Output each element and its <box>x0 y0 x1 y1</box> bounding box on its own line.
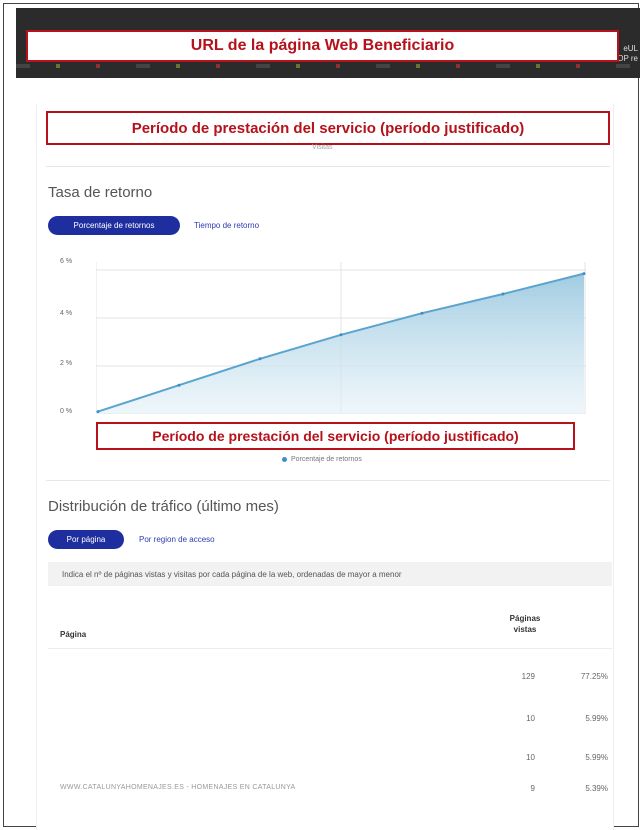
traffic-info-text: Indica el nº de páginas vistas y visitas… <box>62 569 402 579</box>
period-annotation-chart: Período de prestación del servicio (perí… <box>96 422 575 450</box>
column-header-views: Páginas vistas <box>509 614 541 634</box>
y-tick-label: 4 % <box>60 310 73 317</box>
period-annotation-top-text: Período de prestación del servicio (perí… <box>131 119 525 137</box>
tab-return-time[interactable]: Tiempo de retorno <box>194 221 259 230</box>
section-divider <box>46 166 610 167</box>
toolbar-icons-strip <box>16 64 640 68</box>
cell-percentage: 77.25% <box>580 672 608 681</box>
top-chart-legend-fragment: Visitas <box>312 144 333 151</box>
chart-legend: Porcentaje de retornos <box>282 456 362 463</box>
data-point <box>96 410 100 414</box>
toolbar-text-1: eUL <box>623 44 638 53</box>
data-point <box>420 311 424 315</box>
tab-return-percentage[interactable]: Porcentaje de retornos <box>48 216 180 235</box>
period-annotation-top: Período de prestación del servicio (perí… <box>46 111 610 145</box>
cell-page[interactable]: WWW.CATALUNYAHOMENAJES.ES - HOMENAJES EN… <box>60 784 296 791</box>
cell-views: 10 <box>526 714 535 723</box>
y-tick-label: 0 % <box>60 408 73 415</box>
return-rate-title: Tasa de retorno <box>48 184 153 201</box>
data-point <box>258 357 262 361</box>
data-point <box>501 292 505 296</box>
period-annotation-chart-text: Período de prestación del servicio (perí… <box>152 428 519 444</box>
legend-marker <box>282 457 287 462</box>
traffic-title: Distribución de tráfico (último mes) <box>48 498 279 515</box>
traffic-info-box: Indica el nº de páginas vistas y visitas… <box>48 562 612 586</box>
section-divider <box>46 480 610 481</box>
url-annotation-box: URL de la página Web Beneficiario <box>26 30 619 62</box>
cell-percentage: 5.99% <box>585 753 608 762</box>
legend-label: Porcentaje de retornos <box>291 456 362 463</box>
table-header-divider <box>48 648 612 649</box>
tab-by-region[interactable]: Por region de acceso <box>139 535 215 544</box>
cell-views: 129 <box>521 672 535 681</box>
data-point <box>582 272 586 276</box>
toolbar-right-text: eUL OP re <box>617 44 638 64</box>
cell-views: 10 <box>526 753 535 762</box>
return-rate-chart <box>96 262 586 414</box>
column-header-page: Página <box>60 630 87 639</box>
cell-percentage: 5.39% <box>585 784 608 793</box>
y-tick-label: 2 % <box>60 360 73 367</box>
toolbar-text-2: OP re <box>617 54 638 63</box>
cell-views: 9 <box>530 784 535 793</box>
y-tick-label: 6 % <box>60 258 73 265</box>
data-point <box>339 333 343 337</box>
cell-percentage: 5.99% <box>585 714 608 723</box>
url-annotation-label: URL de la página Web Beneficiario <box>190 37 455 54</box>
data-point <box>177 383 181 387</box>
tab-by-page[interactable]: Por página <box>48 530 124 549</box>
